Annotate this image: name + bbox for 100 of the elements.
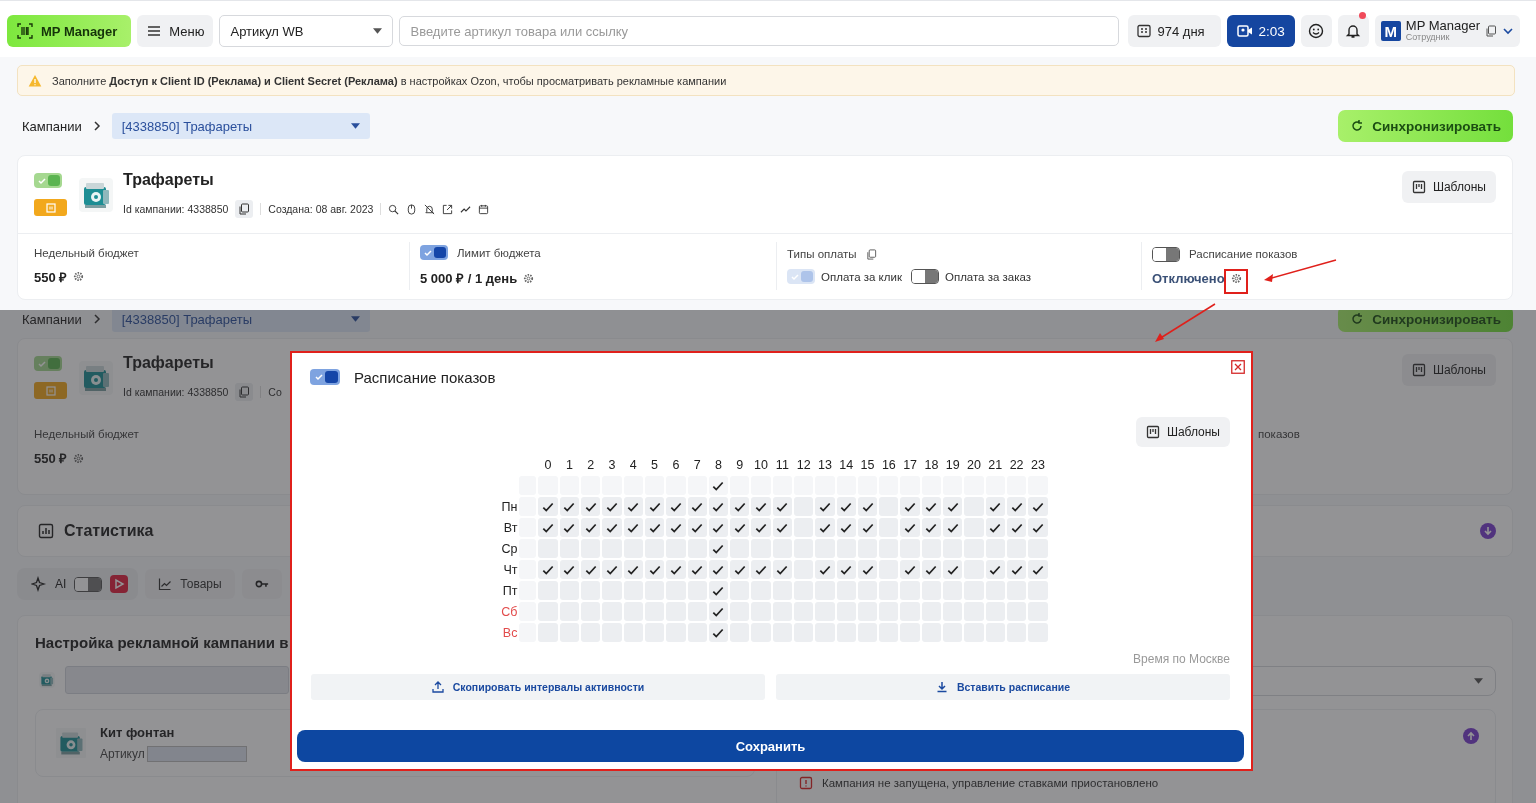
mouse-icon[interactable] [406,203,418,215]
calendar-icon[interactable] [478,203,490,215]
schedule-cell[interactable] [623,560,643,579]
schedule-cell[interactable] [836,497,856,516]
schedule-cell[interactable] [581,497,601,516]
templates-button[interactable]: Шаблоны [1401,171,1496,203]
templates-button[interactable]: Шаблоны [1135,417,1230,447]
schedule-cell[interactable] [538,497,558,516]
schedule-cell[interactable] [666,518,686,537]
sync-button[interactable]: Синхронизировать [1338,110,1513,142]
schedule-cell[interactable] [559,497,580,516]
article-type-select[interactable]: Артикул WB [219,15,394,47]
schedule-cell[interactable] [815,518,835,537]
schedule-cell[interactable] [602,497,622,516]
schedule-cell[interactable] [730,497,750,516]
toggle-switch[interactable] [420,245,448,260]
close-icon[interactable] [1231,360,1245,374]
search-field[interactable]: Введите артикул товара или ссылку [399,16,1119,46]
toggle-switch[interactable] [34,173,62,188]
gear-icon[interactable] [523,272,535,284]
schedule-cell[interactable] [772,518,792,537]
gear-icon[interactable] [73,452,85,464]
schedule-cell[interactable] [687,560,707,579]
schedule-cell[interactable] [644,518,665,537]
gear-icon[interactable] [73,271,85,282]
external-link-icon[interactable] [442,203,454,215]
schedule-cell[interactable] [772,497,792,516]
schedule-cell[interactable] [730,560,750,579]
schedule-cell[interactable] [644,560,665,579]
schedule-cell[interactable] [1006,560,1027,579]
schedule-cell[interactable] [581,560,601,579]
toggle-switch[interactable] [74,576,103,592]
schedule-cell[interactable] [1028,518,1048,537]
column-toggle-cell[interactable] [708,476,729,495]
schedule-cell[interactable] [602,518,622,537]
toggle-switch[interactable] [910,269,939,284]
products-button[interactable]: Товары [145,569,235,599]
copy-icon[interactable] [865,248,877,260]
schedule-cell[interactable] [857,560,878,579]
arrow-up-circle-icon[interactable] [1463,728,1479,744]
schedule-cell[interactable] [666,497,686,516]
schedule-cell[interactable] [900,560,920,579]
schedule-cell[interactable] [708,602,729,621]
schedule-cell[interactable] [985,518,1005,537]
schedule-cell[interactable] [708,518,729,537]
schedule-cell[interactable] [687,518,707,537]
schedule-cell[interactable] [708,623,729,642]
schedule-cell[interactable] [815,497,835,516]
copy-intervals-button[interactable]: Скопировать интервалы активности [311,674,765,700]
schedule-cell[interactable] [857,518,878,537]
schedule-cell[interactable] [623,497,643,516]
search-icon[interactable] [388,203,400,215]
schedule-cell[interactable] [921,518,942,537]
schedule-cell[interactable] [772,560,792,579]
schedule-cell[interactable] [644,497,665,516]
schedule-cell[interactable] [559,518,580,537]
schedule-cell[interactable] [1006,497,1027,516]
schedule-cell[interactable] [985,560,1005,579]
schedule-cell[interactable] [751,518,771,537]
campaign-select[interactable]: [4338850] Трафареты [111,113,370,139]
toggle-switch[interactable] [1152,246,1180,262]
schedule-cell[interactable] [1006,518,1027,537]
schedule-cell[interactable] [943,497,963,516]
schedule-cell[interactable] [751,560,771,579]
redacted-field[interactable] [65,666,289,694]
schedule-cell[interactable] [538,518,558,537]
schedule-cell[interactable] [857,497,878,516]
schedule-cell[interactable] [836,518,856,537]
schedule-cell[interactable] [687,497,707,516]
save-button[interactable]: Сохранить [297,730,1244,762]
schedule-cell[interactable] [943,518,963,537]
schedule-cell[interactable] [1028,560,1048,579]
schedule-cell[interactable] [730,518,750,537]
schedule-cell[interactable] [943,560,963,579]
schedule-cell[interactable] [900,497,920,516]
schedule-cell[interactable] [836,560,856,579]
trend-icon[interactable] [460,203,472,215]
arrow-down-circle-icon[interactable] [1480,523,1496,539]
templates-button[interactable]: Шаблоны [1401,354,1496,386]
paste-schedule-button[interactable]: Вставить расписание [776,674,1230,700]
toggle-switch[interactable] [310,369,340,385]
schedule-cell[interactable] [921,497,942,516]
gear-icon[interactable] [1230,272,1242,284]
logo-button[interactable]: MP Manager [7,15,132,47]
notifications-button[interactable] [1337,15,1369,47]
days-button[interactable]: 974 дня [1127,15,1221,47]
schedule-cell[interactable] [559,560,580,579]
schedule-cell[interactable] [538,560,558,579]
schedule-cell[interactable] [1028,497,1048,516]
menu-button[interactable]: Меню [137,15,214,47]
schedule-cell[interactable] [623,518,643,537]
schedule-cell[interactable] [708,539,729,558]
toggle-switch[interactable] [34,356,62,371]
bell-off-icon[interactable] [424,203,436,215]
schedule-cell[interactable] [602,560,622,579]
schedule-cell[interactable] [708,497,729,516]
schedule-cell[interactable] [900,518,920,537]
schedule-cell[interactable] [751,497,771,516]
emoji-button[interactable] [1300,15,1332,47]
schedule-cell[interactable] [921,560,942,579]
